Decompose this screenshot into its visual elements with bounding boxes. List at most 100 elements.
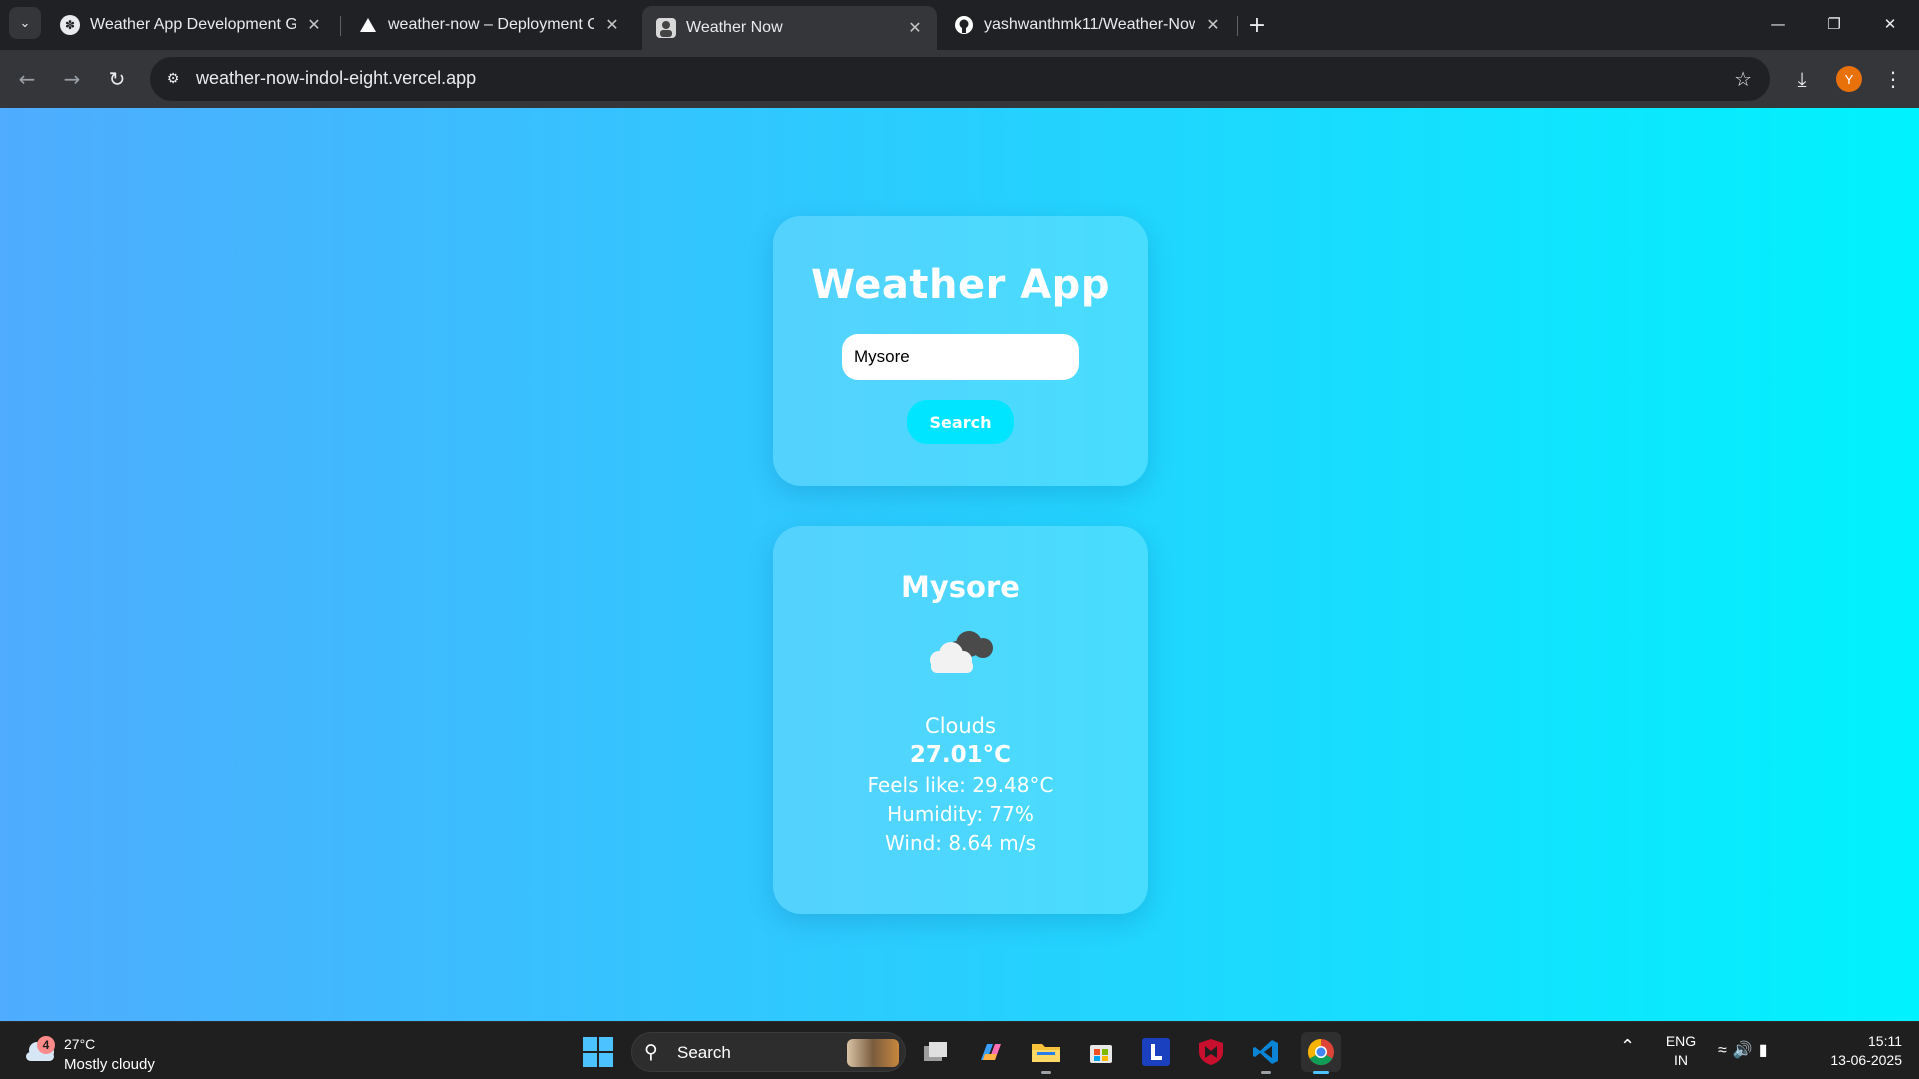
notification-badge: 4 [37, 1036, 55, 1054]
l-app-icon [1142, 1038, 1170, 1066]
bookmark-star-icon[interactable]: ☆ [1734, 67, 1752, 91]
tab-title: Weather Now [686, 19, 783, 36]
back-button[interactable]: ← [11, 63, 43, 95]
copilot-icon [981, 1044, 1001, 1060]
tab-title: yashwanthmk11/Weather-Now [984, 16, 1195, 33]
taskbar-search[interactable]: ⚲ Search [631, 1032, 906, 1072]
running-indicator [1041, 1071, 1051, 1074]
close-icon: ✕ [1883, 15, 1897, 33]
battery-icon[interactable]: ▮ [1759, 1042, 1774, 1059]
shield-icon [1199, 1039, 1223, 1065]
github-icon [954, 15, 974, 35]
close-icon[interactable]: ✕ [304, 15, 324, 35]
language-code: ENG [1665, 1033, 1697, 1049]
folder-icon [1032, 1044, 1060, 1062]
result-city-name: Mysore [901, 570, 1020, 604]
windows-logo-icon [583, 1037, 597, 1051]
l-app-button[interactable] [1136, 1032, 1176, 1072]
close-icon[interactable]: ✕ [905, 18, 925, 38]
page-title: Weather App [811, 262, 1110, 308]
browser-toolbar: ← → ↻ ⚙ weather-now-indol-eight.vercel.a… [0, 50, 1919, 108]
clock-time: 15:11 [1868, 1033, 1902, 1049]
search-icon: ⚲ [644, 1041, 658, 1063]
tab-title: Weather App Development Gui [90, 16, 296, 33]
minimize-icon: — [1770, 15, 1786, 33]
store-icon [1090, 1045, 1112, 1063]
volume-icon[interactable]: 🔊 [1733, 1042, 1759, 1059]
tab-separator [340, 16, 341, 36]
tab-weather-now[interactable]: Weather Now ✕ [642, 6, 937, 50]
tab-search-button[interactable]: ⌄ [9, 7, 41, 39]
chevron-down-icon: ⌄ [19, 15, 31, 31]
system-tray-icons[interactable]: ≈🔊▮ [1718, 1040, 1774, 1079]
mcafee-button[interactable] [1191, 1032, 1231, 1072]
minimize-button[interactable]: — [1755, 6, 1801, 42]
taskbar-search-label: Search [677, 1043, 731, 1062]
avatar-icon [656, 18, 676, 38]
downloads-button[interactable]: ⤓ [1786, 63, 1818, 95]
chrome-button[interactable] [1301, 1032, 1341, 1074]
city-search-input[interactable] [842, 334, 1079, 380]
download-icon: ⤓ [1797, 67, 1807, 91]
tab-title: weather-now – Deployment Ov [388, 16, 594, 33]
address-bar[interactable]: ⚙ weather-now-indol-eight.vercel.app ☆ [150, 57, 1770, 101]
restore-icon: ❐ [1827, 15, 1841, 33]
search-button[interactable]: Search [907, 400, 1014, 444]
arrow-right-icon: → [63, 67, 81, 91]
clouds-icon [929, 631, 993, 673]
weather-description: Clouds [925, 714, 996, 738]
feels-like: Feels like: 29.48°C [867, 773, 1054, 797]
chevron-up-icon: ⌃ [1620, 1036, 1636, 1056]
vscode-icon [1253, 1040, 1278, 1064]
close-icon[interactable]: ✕ [602, 15, 622, 35]
taskbar: 4 27°C Mostly cloudy ⚲ Search ⌃ ENG IN ≈… [0, 1021, 1919, 1079]
file-explorer-button[interactable] [1026, 1032, 1066, 1074]
restore-button[interactable]: ❐ [1811, 6, 1857, 42]
arrow-left-icon: ← [18, 67, 36, 91]
chrome-icon [1307, 1038, 1334, 1066]
tab-strip: ⌄ ✽ Weather App Development Gui ✕ weathe… [0, 0, 1919, 50]
tab-separator [1237, 16, 1238, 36]
tab-weather-app-development-guide[interactable]: ✽ Weather App Development Gui ✕ [46, 6, 336, 44]
running-indicator [1313, 1071, 1329, 1074]
page-viewport: Weather App Search Mysore Clouds 27.01°C… [0, 108, 1919, 1021]
plus-icon: + [1247, 12, 1267, 38]
openai-icon: ✽ [60, 15, 80, 35]
vscode-button[interactable] [1246, 1032, 1286, 1074]
search-highlight-image [847, 1039, 899, 1067]
vercel-icon [358, 15, 378, 35]
more-vertical-icon: ⋮ [1883, 67, 1903, 91]
forward-button[interactable]: → [56, 63, 88, 95]
task-view-button[interactable] [916, 1032, 956, 1072]
start-button[interactable] [583, 1037, 613, 1067]
clock[interactable]: 15:11 13-06-2025 [1810, 1032, 1902, 1079]
wind-speed: Wind: 8.64 m/s [885, 831, 1036, 855]
running-indicator [1261, 1071, 1271, 1074]
site-settings-icon[interactable]: ⚙ [162, 68, 184, 90]
reload-button[interactable]: ↻ [101, 63, 133, 95]
wifi-icon[interactable]: ≈ [1718, 1042, 1733, 1059]
search-card: Weather App Search [773, 216, 1148, 486]
reload-icon: ↻ [108, 67, 126, 91]
url-text[interactable]: weather-now-indol-eight.vercel.app [196, 68, 476, 89]
profile-avatar[interactable]: Y [1836, 66, 1862, 92]
region-code: IN [1674, 1052, 1688, 1068]
tab-github-weather-now[interactable]: yashwanthmk11/Weather-Now ✕ [940, 6, 1235, 44]
menu-button[interactable]: ⋮ [1877, 63, 1909, 95]
clock-date: 13-06-2025 [1830, 1052, 1902, 1068]
language-indicator[interactable]: ENG IN [1664, 1032, 1698, 1079]
copilot-button[interactable] [971, 1032, 1011, 1072]
tab-weather-now-deployment[interactable]: weather-now – Deployment Ov ✕ [344, 6, 634, 44]
weather-result-card: Mysore Clouds 27.01°C Feels like: 29.48°… [773, 526, 1148, 914]
show-hidden-icons-button[interactable]: ⌃ [1620, 1036, 1635, 1079]
temperature: 27.01°C [909, 742, 1012, 768]
close-window-button[interactable]: ✕ [1867, 6, 1913, 42]
microsoft-store-button[interactable] [1081, 1032, 1121, 1072]
weather-widget[interactable]: 4 27°C Mostly cloudy [20, 1030, 180, 1073]
widget-condition: Mostly cloudy [64, 1056, 155, 1073]
humidity: Humidity: 77% [887, 802, 1034, 826]
task-view-icon [924, 1042, 947, 1061]
close-icon[interactable]: ✕ [1203, 15, 1223, 35]
new-tab-button[interactable]: + [1244, 12, 1270, 38]
widget-temperature: 27°C [64, 1036, 96, 1052]
